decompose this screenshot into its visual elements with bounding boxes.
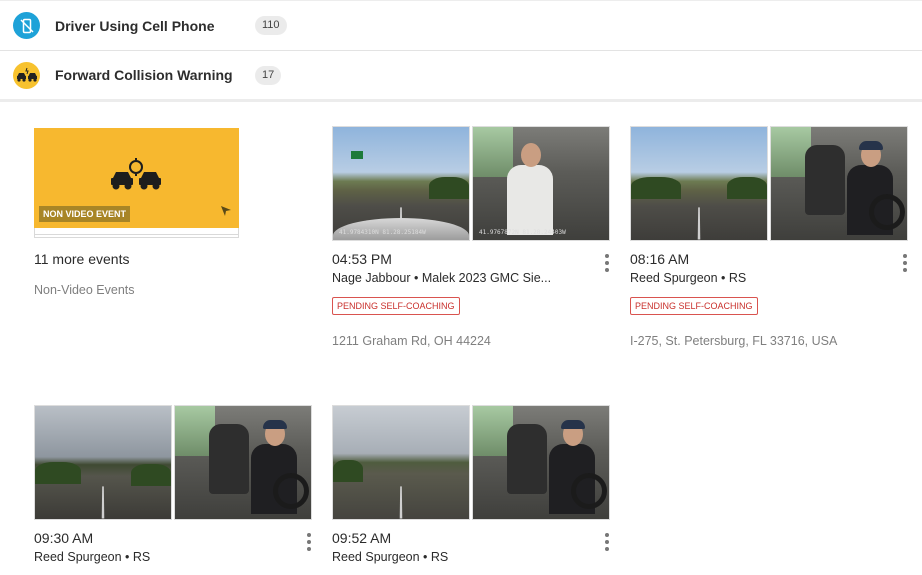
tree-line [35,462,81,484]
gps-overlay: 41.9767872N 81.28.24403W [479,229,566,236]
more-options-icon[interactable] [306,533,312,551]
collision-icon [110,158,162,197]
event-driver: Nage Jabbour • Malek 2023 GMC Sie... [332,271,552,285]
tree-line [333,460,363,482]
non-video-subtitle: Non-Video Events [34,283,135,297]
collision-icon [13,61,40,89]
lane-marking [697,207,701,240]
event-driver: Reed Spurgeon • RS [34,550,151,564]
passenger-seat [507,424,547,494]
passenger-seat [209,424,249,494]
category-label: Forward Collision Warning [55,67,233,83]
more-options-icon[interactable] [902,254,908,272]
road-camera-thumbnail[interactable] [630,126,768,241]
lane-marking [101,486,105,519]
non-video-badge: NON VIDEO EVENT [39,206,131,222]
phone-off-icon [13,12,40,39]
lane-marking [399,486,403,519]
more-options-icon[interactable] [604,254,610,272]
non-video-event-card[interactable]: NON VIDEO EVENT [34,128,239,238]
gps-overlay: 41.9784310N 81.28.25184W [339,229,426,236]
event-location: I-275, St. Petersburg, FL 33716, USA [630,334,838,348]
steering-wheel [273,473,309,509]
road-camera-thumbnail[interactable]: 41.9784310N 81.28.25184W [332,126,470,241]
event-time: 04:53 PM [332,251,392,267]
non-video-card-face: NON VIDEO EVENT [34,128,239,228]
cabin-camera-thumbnail[interactable] [472,405,610,520]
passenger-seat [805,145,845,215]
steering-wheel [571,473,607,509]
cabin-camera-thumbnail[interactable]: 41.9767872N 81.28.24403W [472,126,610,241]
cursor-icon [220,204,232,222]
road-sign [351,151,363,159]
non-video-title[interactable]: 11 more events [34,251,129,267]
tree-line [131,464,171,486]
tree-line [429,177,469,199]
tree-line [727,177,767,199]
driver-figure [507,143,553,235]
category-row-forward-collision[interactable]: Forward Collision Warning 17 [0,51,922,102]
category-label: Driver Using Cell Phone [55,17,215,34]
status-badge: PENDING SELF-COACHING [332,297,460,315]
category-row-cell-phone[interactable]: Driver Using Cell Phone 110 [0,0,922,51]
category-count-badge: 110 [255,16,287,35]
event-location: 1211 Graham Rd, OH 44224 [332,334,491,348]
event-time: 09:52 AM [332,530,392,546]
status-badge: PENDING SELF-COACHING [630,297,758,315]
road-camera-thumbnail[interactable] [34,405,172,520]
tree-line [631,177,681,199]
event-driver: Reed Spurgeon • RS [332,550,449,564]
road-camera-thumbnail[interactable] [332,405,470,520]
event-driver: Reed Spurgeon • RS [630,271,747,285]
category-count-badge: 17 [255,65,282,85]
more-options-icon[interactable] [604,533,610,551]
steering-wheel [869,194,905,230]
cabin-camera-thumbnail[interactable] [770,126,908,241]
event-time: 09:30 AM [34,530,94,546]
cabin-camera-thumbnail[interactable] [174,405,312,520]
event-time: 08:16 AM [630,251,690,267]
